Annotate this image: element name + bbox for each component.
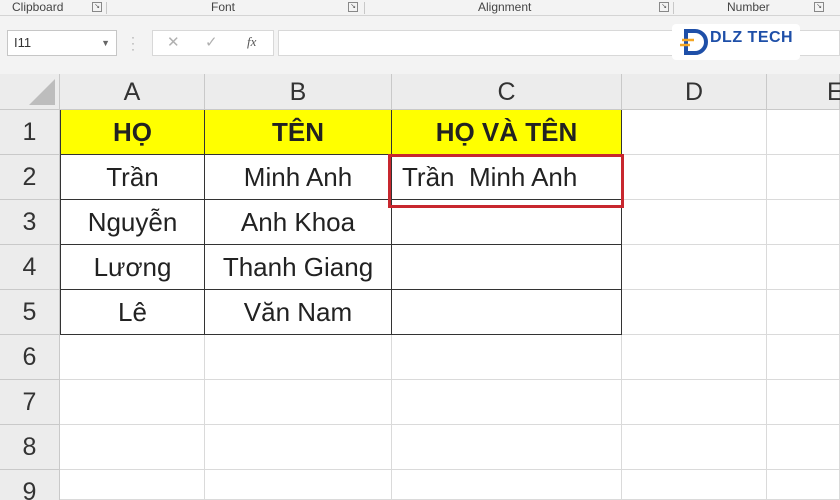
ribbon-divider: [673, 2, 674, 14]
cell-b7[interactable]: [205, 380, 392, 425]
cell-c9[interactable]: [392, 470, 622, 500]
cell-a7[interactable]: [60, 380, 205, 425]
highlight-box-c2: [388, 154, 624, 208]
cell-d4[interactable]: [622, 245, 767, 290]
enter-icon[interactable]: ✓: [205, 33, 218, 53]
row-header-8[interactable]: 8: [0, 425, 60, 470]
cell-c8[interactable]: [392, 425, 622, 470]
cell-a2[interactable]: Trần: [60, 155, 205, 200]
cell-c5[interactable]: [392, 290, 622, 335]
cell-b8[interactable]: [205, 425, 392, 470]
column-header-d[interactable]: D: [622, 74, 767, 110]
column-header-a[interactable]: A: [60, 74, 205, 110]
number-launcher-icon[interactable]: ↘: [814, 2, 824, 12]
cell-c4[interactable]: [392, 245, 622, 290]
name-box-value: I11: [14, 35, 32, 50]
formula-bar-grip-icon[interactable]: · · ·: [131, 31, 136, 55]
ribbon-group-clipboard: Clipboard: [12, 0, 64, 14]
cell-b3[interactable]: Anh Khoa: [205, 200, 392, 245]
cell-d2[interactable]: [622, 155, 767, 200]
row-header-2[interactable]: 2: [0, 155, 60, 200]
cell-e6[interactable]: [767, 335, 840, 380]
cell-e4[interactable]: [767, 245, 840, 290]
cell-d7[interactable]: [622, 380, 767, 425]
row-header-5[interactable]: 5: [0, 290, 60, 335]
select-all-icon: [29, 79, 55, 105]
cell-a8[interactable]: [60, 425, 205, 470]
font-launcher-icon[interactable]: ↘: [348, 2, 358, 12]
alignment-launcher-icon[interactable]: ↘: [659, 2, 669, 12]
cell-e1[interactable]: [767, 110, 840, 155]
ribbon-group-alignment: Alignment: [478, 0, 532, 14]
formula-bar-buttons: ✕ ✓ fx: [152, 30, 274, 56]
row-header-9[interactable]: 9: [0, 470, 60, 500]
spreadsheet-grid: A B C D E 1 2 3 4 5 6 7 8 9 HỌ TÊN HỌ VÀ…: [0, 74, 840, 500]
ribbon-divider: [364, 2, 365, 14]
ribbon-group-font: Font: [211, 0, 236, 14]
cell-e5[interactable]: [767, 290, 840, 335]
row-header-1[interactable]: 1: [0, 110, 60, 155]
name-box[interactable]: I11 ▼: [7, 30, 117, 56]
cell-d6[interactable]: [622, 335, 767, 380]
cell-a3[interactable]: Nguyễn: [60, 200, 205, 245]
cell-e3[interactable]: [767, 200, 840, 245]
cell-d5[interactable]: [622, 290, 767, 335]
column-header-e[interactable]: E: [767, 74, 840, 110]
cell-b1[interactable]: TÊN: [205, 110, 392, 155]
cell-c7[interactable]: [392, 380, 622, 425]
row-header-4[interactable]: 4: [0, 245, 60, 290]
dlz-tech-logo: DLZ TECH: [672, 24, 800, 60]
cell-a5[interactable]: Lê: [60, 290, 205, 335]
cell-e2[interactable]: [767, 155, 840, 200]
clipboard-launcher-icon[interactable]: ↘: [92, 2, 102, 12]
cancel-icon[interactable]: ✕: [167, 33, 180, 53]
logo-text: DLZ TECH: [710, 29, 794, 46]
ribbon-group-number: Number: [727, 0, 770, 14]
cell-b6[interactable]: [205, 335, 392, 380]
cell-a6[interactable]: [60, 335, 205, 380]
cell-d3[interactable]: [622, 200, 767, 245]
logo-mark-icon: [680, 29, 708, 55]
chevron-down-icon[interactable]: ▼: [101, 31, 110, 55]
cell-b2[interactable]: Minh Anh: [205, 155, 392, 200]
row-header-6[interactable]: 6: [0, 335, 60, 380]
cell-a4[interactable]: Lương: [60, 245, 205, 290]
row-header-3[interactable]: 3: [0, 200, 60, 245]
ribbon-divider: [106, 2, 107, 14]
cell-a9[interactable]: [60, 470, 205, 500]
cell-c1[interactable]: HỌ VÀ TÊN: [392, 110, 622, 155]
cell-b4[interactable]: Thanh Giang: [205, 245, 392, 290]
cell-e7[interactable]: [767, 380, 840, 425]
ribbon-group-labels: Clipboard ↘ Font ↘ Alignment ↘ Number ↘: [0, 0, 840, 16]
select-all-button[interactable]: [0, 74, 60, 110]
column-header-c[interactable]: C: [392, 74, 622, 110]
cell-a1[interactable]: HỌ: [60, 110, 205, 155]
cell-e8[interactable]: [767, 425, 840, 470]
cell-b9[interactable]: [205, 470, 392, 500]
row-header-7[interactable]: 7: [0, 380, 60, 425]
cell-d9[interactable]: [622, 470, 767, 500]
insert-function-icon[interactable]: fx: [247, 34, 256, 50]
cell-d8[interactable]: [622, 425, 767, 470]
cell-c6[interactable]: [392, 335, 622, 380]
column-header-b[interactable]: B: [205, 74, 392, 110]
cell-e9[interactable]: [767, 470, 840, 500]
cell-d1[interactable]: [622, 110, 767, 155]
cell-b5[interactable]: Văn Nam: [205, 290, 392, 335]
